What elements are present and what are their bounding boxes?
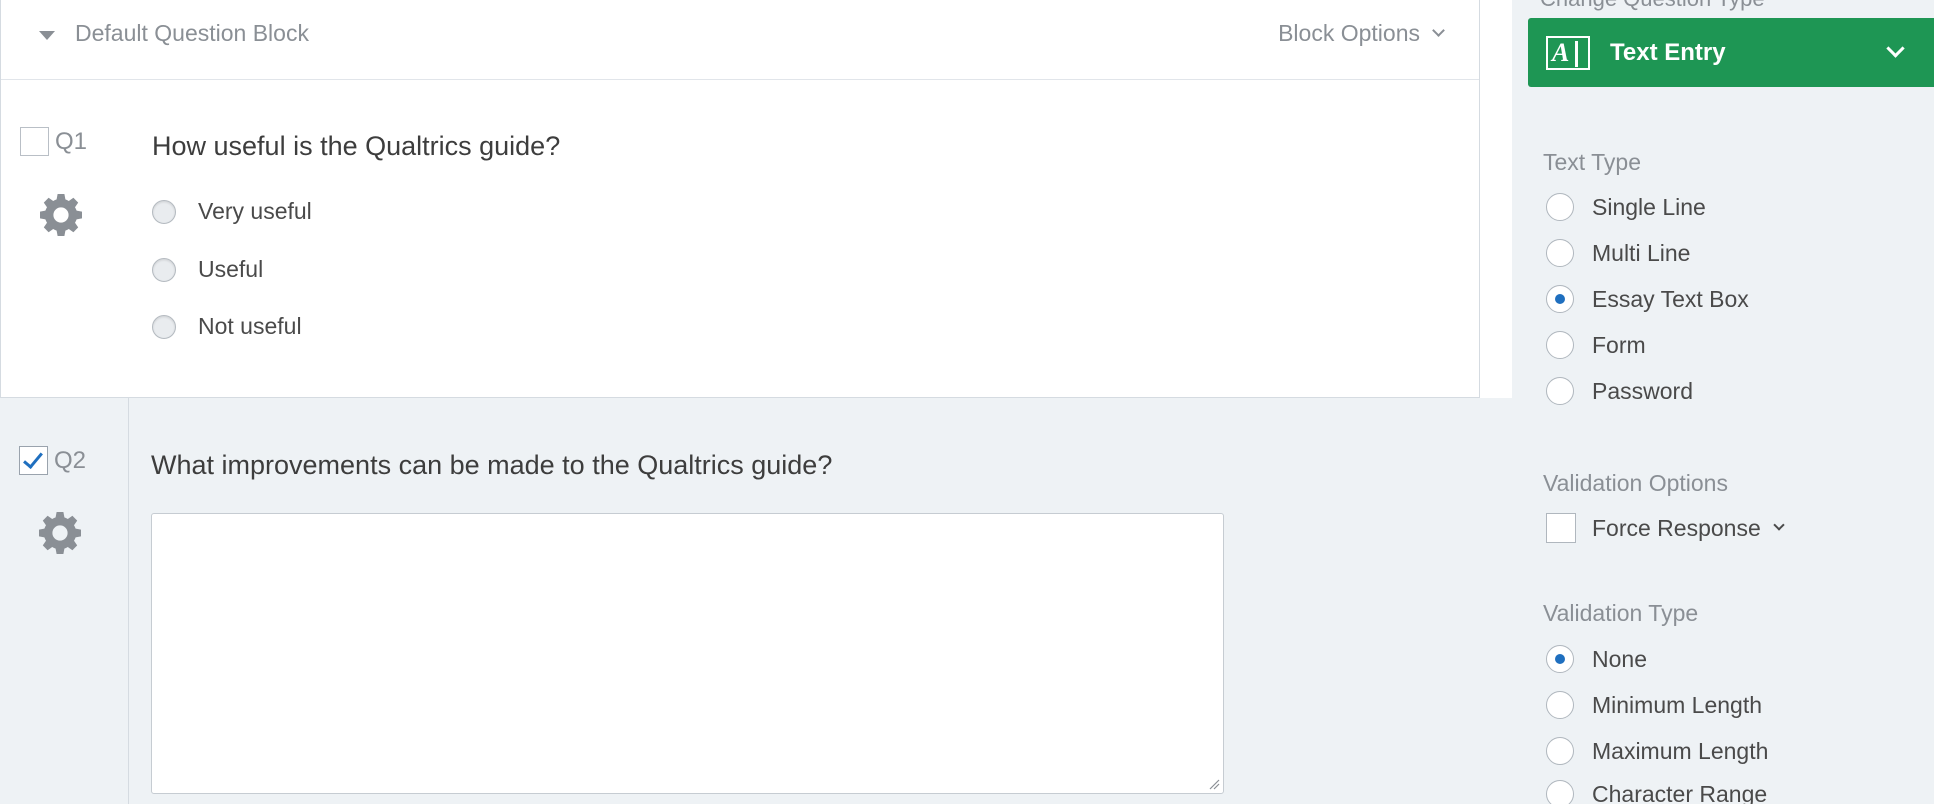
validation-type-option[interactable]: Minimum Length (1546, 691, 1762, 719)
option-label: Essay Text Box (1592, 285, 1749, 312)
chevron-down-icon (1886, 39, 1905, 58)
force-response-label: Force Response (1592, 514, 1761, 541)
q2-selector[interactable]: Q2 (19, 446, 86, 475)
q2-number: Q2 (54, 446, 87, 474)
checkmark-icon (23, 448, 43, 469)
q1-selector[interactable]: Q1 (20, 127, 87, 156)
validation-type-option[interactable]: None (1546, 645, 1647, 673)
option-label: Minimum Length (1592, 691, 1763, 718)
q2-question-text[interactable]: What improvements can be made to the Qua… (151, 450, 832, 481)
block-side-strip (1479, 0, 1513, 398)
q1-number: Q1 (55, 127, 88, 155)
question-type-label: Text Entry (1610, 38, 1726, 66)
gear-icon[interactable] (37, 191, 85, 239)
text-type-heading: Text Type (1543, 149, 1642, 175)
question-block: Default Question Block Block Options Q1 … (0, 0, 1513, 398)
option-label: Password (1592, 377, 1693, 404)
radio-button[interactable] (1546, 331, 1574, 359)
option-label: Character Range (1592, 780, 1768, 804)
gear-icon[interactable] (36, 509, 84, 557)
choice-label: Useful (198, 256, 264, 282)
radio-button-selected[interactable] (1546, 285, 1574, 313)
q2-select-checkbox[interactable] (19, 446, 48, 475)
text-type-option[interactable]: Form (1546, 331, 1646, 359)
option-label: Form (1592, 331, 1646, 358)
resize-handle-icon[interactable] (1208, 778, 1220, 790)
force-response-option[interactable]: Force Response (1546, 513, 1785, 543)
validation-type-option[interactable]: Character Range (1546, 780, 1767, 804)
radio-button-selected[interactable] (1546, 645, 1574, 673)
radio-button[interactable] (1546, 691, 1574, 719)
radio-button[interactable] (152, 314, 176, 339)
validation-options-heading: Validation Options (1543, 470, 1728, 496)
choice-label: Not useful (198, 313, 302, 339)
option-label: None (1592, 645, 1647, 672)
text-type-option[interactable]: Multi Line (1546, 239, 1690, 267)
radio-button[interactable] (1546, 239, 1574, 267)
text-type-option[interactable]: Password (1546, 377, 1693, 405)
radio-button[interactable] (1546, 780, 1574, 804)
option-label: Multi Line (1592, 239, 1691, 266)
validation-type-option[interactable]: Maximum Length (1546, 737, 1768, 765)
radio-button[interactable] (1546, 737, 1574, 765)
radio-button[interactable] (152, 257, 176, 282)
text-type-option[interactable]: Essay Text Box (1546, 285, 1749, 313)
validation-type-heading: Validation Type (1543, 600, 1699, 626)
q1-select-checkbox[interactable] (20, 127, 49, 156)
q1-choice[interactable]: Useful (152, 256, 263, 283)
radio-button[interactable] (1546, 193, 1574, 221)
essay-text-box[interactable] (151, 513, 1224, 794)
change-question-type-heading: Change Question Type (1540, 0, 1765, 12)
choice-label: Very useful (198, 198, 312, 224)
radio-button[interactable] (152, 199, 176, 224)
q1-choice[interactable]: Not useful (152, 313, 302, 340)
q1-choice[interactable]: Very useful (152, 198, 312, 225)
q1-question-text[interactable]: How useful is the Qualtrics guide? (152, 131, 560, 162)
chevron-down-icon[interactable] (1773, 519, 1785, 531)
question-options-panel: Change Question Type A Text Entry Text T… (1512, 0, 1934, 804)
option-label: Maximum Length (1592, 737, 1769, 764)
text-type-option[interactable]: Single Line (1546, 193, 1706, 221)
text-entry-icon: A (1546, 35, 1590, 70)
force-response-checkbox[interactable] (1546, 513, 1576, 543)
radio-button[interactable] (1546, 377, 1574, 405)
question-type-dropdown[interactable]: A Text Entry (1528, 18, 1934, 87)
question-q1[interactable]: Q1 How useful is the Qualtrics guide? Ve… (1, 0, 1479, 398)
option-label: Single Line (1592, 193, 1706, 220)
